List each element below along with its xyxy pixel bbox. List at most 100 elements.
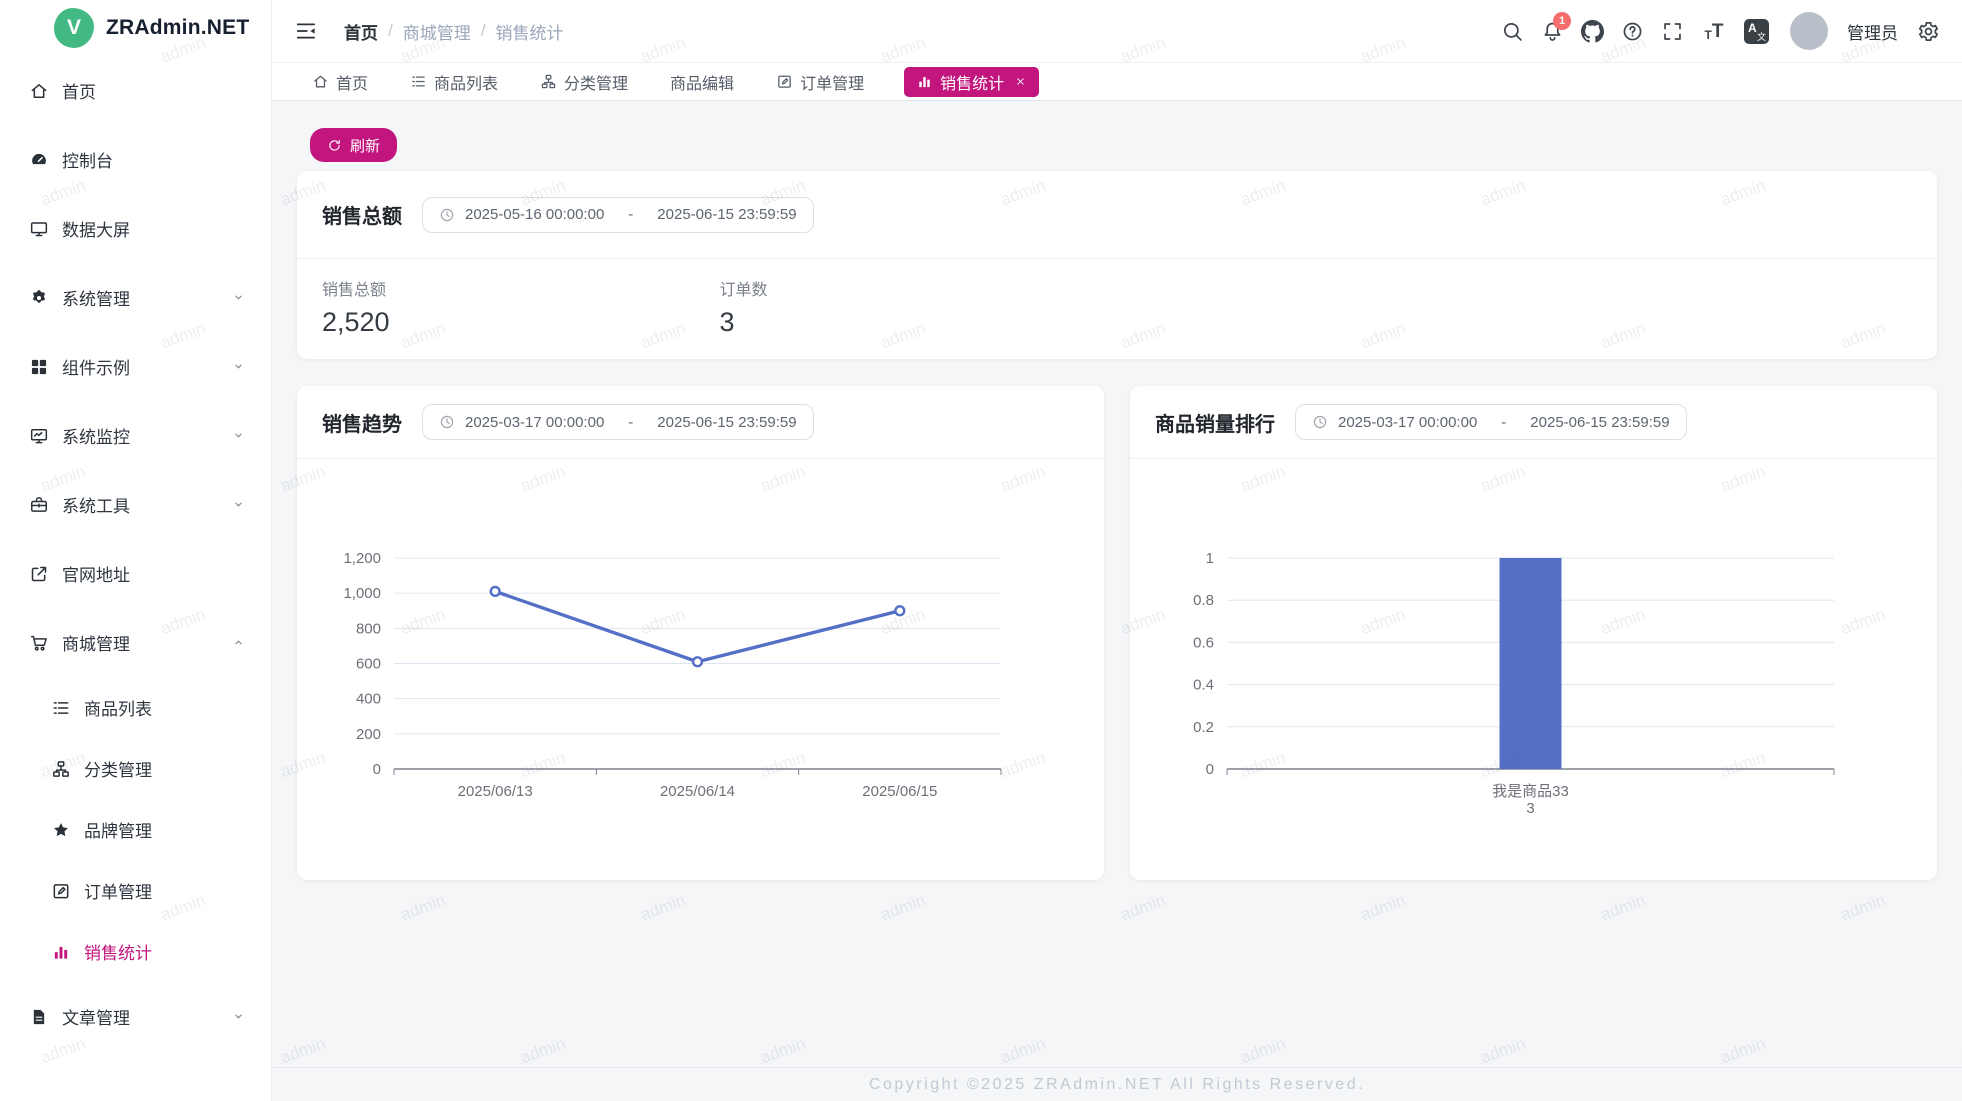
list-icon xyxy=(410,73,427,90)
content: 刷新 销售总额 2025-05-16 00:00:00 - 2025-06-15… xyxy=(272,101,1962,1067)
date-end: 2025-06-15 23:59:59 xyxy=(1530,414,1669,431)
sidebar-item[interactable]: 系统管理 xyxy=(0,263,271,332)
header-icon-list: 1 TT A文 xyxy=(1501,19,1769,44)
tab[interactable]: 商品列表 xyxy=(408,67,500,97)
refresh-button[interactable]: 刷新 xyxy=(310,128,397,162)
svg-text:1: 1 xyxy=(1206,550,1214,567)
sidebar-item[interactable]: 官网地址 xyxy=(0,539,271,608)
external-icon xyxy=(29,564,49,584)
svg-text:0.4: 0.4 xyxy=(1193,677,1214,694)
app-title: ZRAdmin.NET xyxy=(106,16,249,40)
chart-icon xyxy=(51,942,71,962)
close-tab-icon[interactable] xyxy=(1014,75,1027,88)
sidebar-item-label: 销售统计 xyxy=(84,939,152,964)
sidebar-item[interactable]: 系统监控 xyxy=(0,401,271,470)
main-area: 首页/商城管理/销售统计 1TTA文 管理员 首页 商品列表 分类管理 商品编辑… xyxy=(272,0,1962,1101)
card-title: 商品销量排行 xyxy=(1155,408,1275,437)
stat-block: 销售总额 2,520 xyxy=(322,276,720,338)
sidebar-item[interactable]: 订单管理 xyxy=(0,860,271,921)
edit-icon xyxy=(51,881,71,901)
sidebar-item[interactable]: 商品列表 xyxy=(0,677,271,738)
svg-text:0: 0 xyxy=(1206,761,1214,778)
sidebar-item-label: 首页 xyxy=(62,78,96,103)
date-start: 2025-03-17 00:00:00 xyxy=(1338,414,1477,431)
topbar: 首页/商城管理/销售统计 1TTA文 管理员 xyxy=(272,0,1962,63)
tab[interactable]: 分类管理 xyxy=(538,67,630,97)
sidebar-item[interactable]: 组件示例 xyxy=(0,332,271,401)
sidebar-item-label: 订单管理 xyxy=(84,878,152,903)
refresh-label: 刷新 xyxy=(350,135,380,156)
avatar[interactable] xyxy=(1790,12,1828,50)
star-icon xyxy=(51,820,71,840)
sidebar-item[interactable]: 分类管理 xyxy=(0,738,271,799)
date-range-picker[interactable]: 2025-03-17 00:00:00 - 2025-06-15 23:59:5… xyxy=(422,404,814,440)
svg-text:3: 3 xyxy=(1526,800,1534,817)
dashboard-icon xyxy=(29,150,49,170)
tab[interactable]: 商品编辑 xyxy=(668,67,736,97)
svg-text:0: 0 xyxy=(373,761,381,778)
date-range-picker[interactable]: 2025-03-17 00:00:00 - 2025-06-15 23:59:5… xyxy=(1295,404,1687,440)
username[interactable]: 管理员 xyxy=(1847,19,1898,44)
chevron-down-icon xyxy=(230,427,247,444)
svg-text:2025/06/15: 2025/06/15 xyxy=(862,783,937,800)
svg-text:800: 800 xyxy=(356,620,381,637)
github-icon[interactable] xyxy=(1581,20,1604,43)
tab[interactable]: 订单管理 xyxy=(774,67,866,97)
breadcrumb-separator: / xyxy=(481,21,486,41)
tab[interactable]: 销售统计 xyxy=(904,67,1039,97)
language-icon[interactable]: A文 xyxy=(1744,19,1769,44)
date-start: 2025-05-16 00:00:00 xyxy=(465,206,604,223)
breadcrumb-item[interactable]: 首页 xyxy=(344,19,378,44)
tab[interactable]: 首页 xyxy=(310,67,370,97)
sidebar-item-label: 商品列表 xyxy=(84,695,152,720)
sidebar-item-label: 系统监控 xyxy=(62,423,130,448)
sidebar-item[interactable]: 控制台 xyxy=(0,125,271,194)
footer: Copyright ©2025 ZRAdmin.NET All Rights R… xyxy=(272,1067,1962,1101)
tabbar: 首页 商品列表 分类管理 商品编辑 订单管理 销售统计 xyxy=(272,63,1962,101)
sidebar-item[interactable]: 销售统计 xyxy=(0,921,271,982)
date-range-picker[interactable]: 2025-05-16 00:00:00 - 2025-06-15 23:59:5… xyxy=(422,197,814,233)
help-icon[interactable] xyxy=(1621,20,1644,43)
sidebar-item[interactable]: 品牌管理 xyxy=(0,799,271,860)
settings-gear-icon[interactable] xyxy=(1917,20,1940,43)
monitor-icon xyxy=(29,426,49,446)
font-size-icon[interactable]: TT xyxy=(1701,20,1727,43)
edit-icon xyxy=(776,73,793,90)
sidebar-fold-icon[interactable] xyxy=(294,19,318,43)
sidebar-item[interactable]: 数据大屏 xyxy=(0,194,271,263)
svg-text:400: 400 xyxy=(356,691,381,708)
app-logo[interactable]: V ZRAdmin.NET xyxy=(0,0,271,56)
tab-label: 订单管理 xyxy=(800,70,864,94)
clock-icon xyxy=(439,207,455,223)
notification-bell-icon[interactable]: 1 xyxy=(1541,20,1564,43)
sidebar-nav: 首页 控制台 数据大屏 系统管理 组件示例 系统监控 系统工具 官网地址 商城管… xyxy=(0,56,271,1101)
date-end: 2025-06-15 23:59:59 xyxy=(657,206,796,223)
sidebar-item-label: 组件示例 xyxy=(62,354,130,379)
chart-icon xyxy=(916,73,933,90)
sales-trend-line-chart: 02004006008001,0001,2002025/06/132025/06… xyxy=(297,459,1104,880)
sidebar-item[interactable]: 文章管理 xyxy=(0,982,271,1051)
date-separator: - xyxy=(628,414,633,431)
clock-icon xyxy=(1312,414,1328,430)
copyright-text: Copyright ©2025 ZRAdmin.NET All Rights R… xyxy=(869,1076,1365,1094)
sidebar-item-label: 数据大屏 xyxy=(62,216,130,241)
chevron-down-icon xyxy=(230,496,247,513)
fullscreen-icon[interactable] xyxy=(1661,20,1684,43)
sidebar-item-label: 控制台 xyxy=(62,147,113,172)
search-icon[interactable] xyxy=(1501,20,1524,43)
home-icon xyxy=(312,73,329,90)
sales-trend-card: 销售趋势 2025-03-17 00:00:00 - 2025-06-15 23… xyxy=(297,386,1104,880)
grid-icon xyxy=(29,357,49,377)
tab-label: 商品编辑 xyxy=(670,70,734,94)
tab-label: 商品列表 xyxy=(434,70,498,94)
sidebar-item[interactable]: 系统工具 xyxy=(0,470,271,539)
card-title: 销售趋势 xyxy=(322,408,402,437)
refresh-icon xyxy=(327,138,342,153)
sidebar-item[interactable]: 商城管理 xyxy=(0,608,271,677)
breadcrumb-item: 销售统计 xyxy=(495,19,563,44)
svg-text:2025/06/14: 2025/06/14 xyxy=(660,783,735,800)
stat-label: 销售总额 xyxy=(322,276,720,300)
list-icon xyxy=(51,698,71,718)
sidebar-item-label: 系统工具 xyxy=(62,492,130,517)
sidebar-item[interactable]: 首页 xyxy=(0,56,271,125)
